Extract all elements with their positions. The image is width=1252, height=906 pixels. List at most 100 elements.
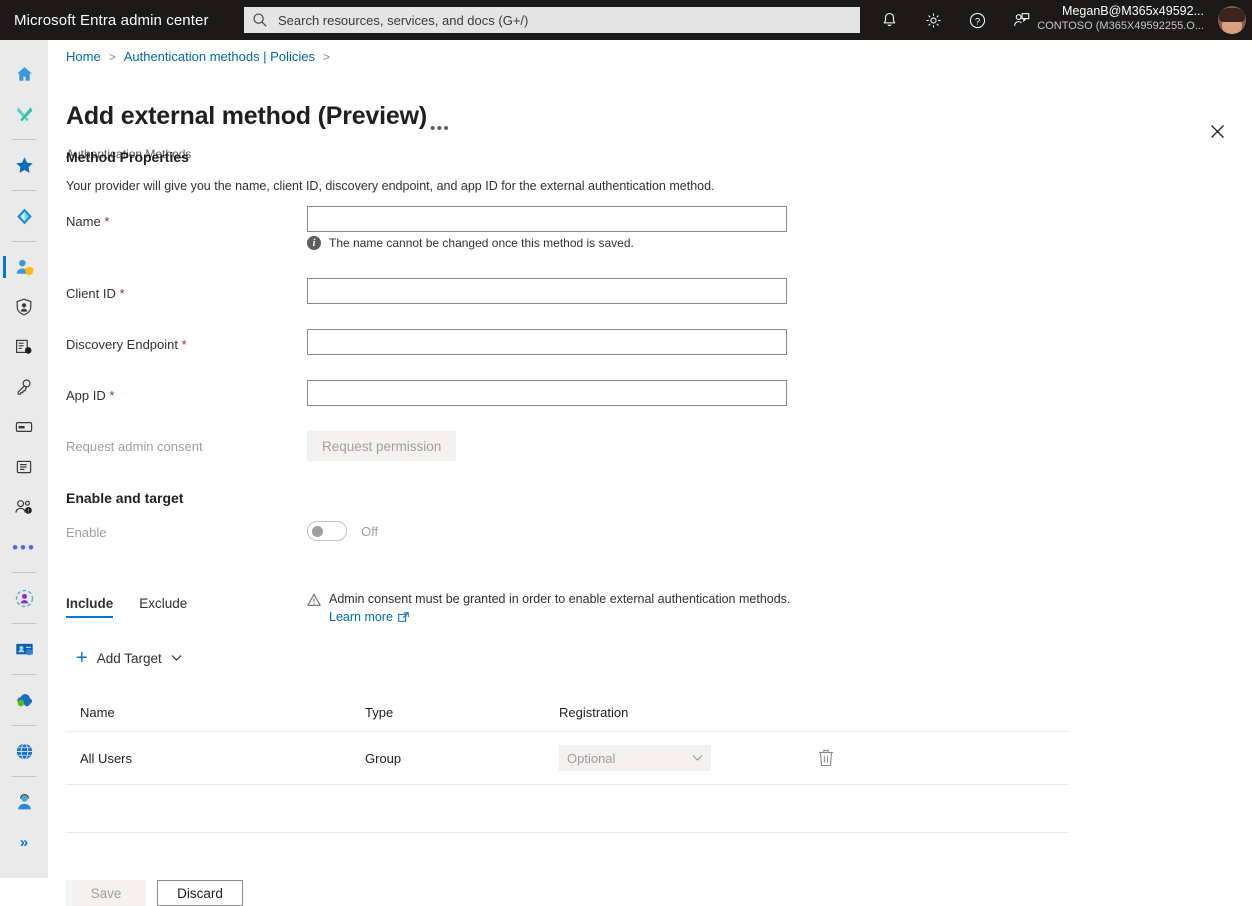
- sidebar-item-entra-id-protection[interactable]: [0, 578, 48, 618]
- top-navigation-bar: Microsoft Entra admin center ? MeganB@M3…: [0, 0, 1252, 40]
- delete-target-button[interactable]: [817, 747, 835, 770]
- app-brand-title: Microsoft Entra admin center: [14, 12, 209, 29]
- sidebar-item-permissions-management[interactable]: [0, 367, 48, 407]
- rail-divider: [12, 139, 36, 140]
- admin-consent-warning-text: Admin consent must be granted in order t…: [329, 592, 790, 606]
- section-heading-method-properties: Method Properties: [66, 149, 189, 165]
- id-card-icon: [14, 639, 35, 660]
- page-title: Add external method (Preview): [66, 102, 427, 131]
- tab-exclude[interactable]: Exclude: [139, 596, 187, 618]
- double-chevron-right-icon: »: [20, 834, 28, 851]
- column-header-registration: Registration: [559, 705, 779, 720]
- people-alert-icon: !: [14, 497, 34, 517]
- registration-select-value: Optional: [567, 751, 615, 766]
- svg-text:?: ?: [974, 16, 979, 27]
- sidebar-item-learn-support[interactable]: !: [0, 487, 48, 527]
- close-icon[interactable]: [1204, 118, 1230, 144]
- required-marker: *: [109, 388, 114, 403]
- sidebar-item-expand[interactable]: »: [0, 822, 48, 862]
- registration-select[interactable]: Optional: [559, 745, 711, 771]
- breadcrumb-authentication-methods-policies[interactable]: Authentication methods | Policies: [124, 49, 315, 64]
- account-info[interactable]: MeganB@M365x49592... CONTOSO (M365X49592…: [1037, 4, 1204, 33]
- feedback-icon[interactable]: [1010, 9, 1032, 31]
- name-field-hint: i The name cannot be changed once this m…: [307, 236, 634, 250]
- person-circle-icon: [14, 588, 35, 609]
- cell-type: Group: [365, 751, 559, 766]
- required-marker: *: [104, 214, 109, 229]
- rail-divider: [12, 623, 36, 624]
- left-navigation-rail: ! ••• »: [0, 40, 48, 878]
- sidebar-item-identity-governance[interactable]: [0, 287, 48, 327]
- notification-bell-icon[interactable]: [878, 9, 900, 31]
- chevron-down-icon: [692, 754, 703, 762]
- page-more-actions-icon[interactable]: •••: [430, 120, 450, 137]
- breadcrumb: Home > Authentication methods | Policies…: [66, 49, 338, 64]
- sidebar-item-favorites[interactable]: [0, 145, 48, 185]
- toggle-knob: [312, 526, 323, 537]
- rail-divider: [12, 725, 36, 726]
- sidebar-item-billing[interactable]: [0, 407, 48, 447]
- sidebar-item-home[interactable]: [0, 54, 48, 94]
- global-search[interactable]: [244, 7, 860, 33]
- tab-include[interactable]: Include: [66, 596, 113, 618]
- rail-divider: [12, 674, 36, 675]
- admin-consent-warning: Admin consent must be granted in order t…: [307, 592, 837, 624]
- cell-name: All Users: [80, 751, 365, 766]
- breadcrumb-separator-icon-2: >: [323, 50, 330, 64]
- info-icon: i: [307, 236, 321, 250]
- rail-divider: [12, 190, 36, 191]
- sidebar-item-identity[interactable]: [0, 196, 48, 236]
- rail-divider: [12, 572, 36, 573]
- save-button[interactable]: Save: [66, 880, 146, 906]
- document-icon: [14, 457, 34, 477]
- add-target-button[interactable]: + Add Target: [76, 648, 182, 668]
- sidebar-item-verified-id[interactable]: [0, 327, 48, 367]
- discard-button[interactable]: Discard: [157, 880, 243, 906]
- enable-toggle-row: Off: [307, 521, 378, 541]
- headset-person-icon: [14, 792, 35, 813]
- learn-more-link[interactable]: Learn more: [329, 610, 409, 624]
- help-question-icon[interactable]: ?: [966, 9, 988, 31]
- id-card-badge-icon: [14, 337, 34, 357]
- avatar[interactable]: [1218, 6, 1246, 34]
- method-properties-description: Your provider will give you the name, cl…: [66, 179, 715, 193]
- rail-divider: [12, 241, 36, 242]
- cloud-icon: [14, 690, 35, 711]
- client-id-input[interactable]: [307, 278, 787, 304]
- key-icon: [14, 377, 34, 397]
- enable-toggle[interactable]: [307, 521, 347, 541]
- sidebar-item-cloud-apps[interactable]: [0, 680, 48, 720]
- account-tenant: CONTOSO (M365X49592255.O...: [1037, 20, 1204, 34]
- required-marker: *: [119, 286, 124, 301]
- cell-registration: Optional: [559, 745, 779, 771]
- section-heading-enable-and-target: Enable and target: [66, 490, 183, 506]
- sidebar-item-diagnose[interactable]: [0, 94, 48, 134]
- name-input[interactable]: [307, 206, 787, 232]
- name-hint-text: The name cannot be changed once this met…: [329, 236, 634, 250]
- discovery-endpoint-field-label: Discovery Endpoint *: [66, 337, 187, 352]
- request-permission-button[interactable]: Request permission: [307, 431, 456, 461]
- request-admin-consent-label: Request admin consent: [66, 439, 203, 454]
- settings-gear-icon[interactable]: [922, 9, 944, 31]
- breadcrumb-separator-icon: >: [109, 50, 116, 64]
- sidebar-item-more[interactable]: •••: [0, 527, 48, 567]
- breadcrumb-home[interactable]: Home: [66, 49, 101, 64]
- sidebar-item-protection[interactable]: [0, 247, 48, 287]
- discovery-endpoint-input[interactable]: [307, 329, 787, 355]
- sidebar-item-global-secure-access[interactable]: [0, 731, 48, 771]
- add-target-label: Add Target: [97, 651, 162, 666]
- sidebar-item-verified-credentials[interactable]: [0, 629, 48, 669]
- entra-diamond-icon: [14, 206, 35, 227]
- app-id-field-label: App ID *: [66, 388, 114, 403]
- rail-divider: [12, 776, 36, 777]
- globe-icon: [14, 741, 35, 762]
- learn-more-label: Learn more: [329, 610, 393, 624]
- search-input[interactable]: [276, 12, 852, 29]
- user-shield-icon: [14, 257, 35, 278]
- required-marker: *: [182, 337, 187, 352]
- sidebar-item-reports[interactable]: [0, 447, 48, 487]
- footer-divider: [66, 832, 1068, 833]
- tools-icon: [14, 104, 35, 125]
- sidebar-item-support[interactable]: [0, 782, 48, 822]
- app-id-input[interactable]: [307, 380, 787, 406]
